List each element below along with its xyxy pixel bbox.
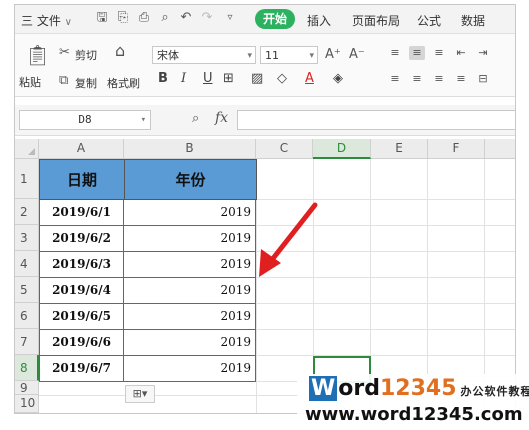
arrow-shaft (268, 202, 318, 264)
watermark: Word12345 办公软件教程 www.word12345.com (297, 374, 529, 430)
annotation-arrow (259, 202, 318, 277)
watermark-brand: Word12345 办公软件教程 (309, 376, 529, 401)
watermark-url: www.word12345.com (305, 404, 523, 425)
spreadsheet-window: 三 文件 ∨ 🖫 ⎘ ⎙ ⌕ ↶ ↷ ▿ 开始 插入 页面布局 公式 数据 📋︎… (14, 4, 516, 414)
